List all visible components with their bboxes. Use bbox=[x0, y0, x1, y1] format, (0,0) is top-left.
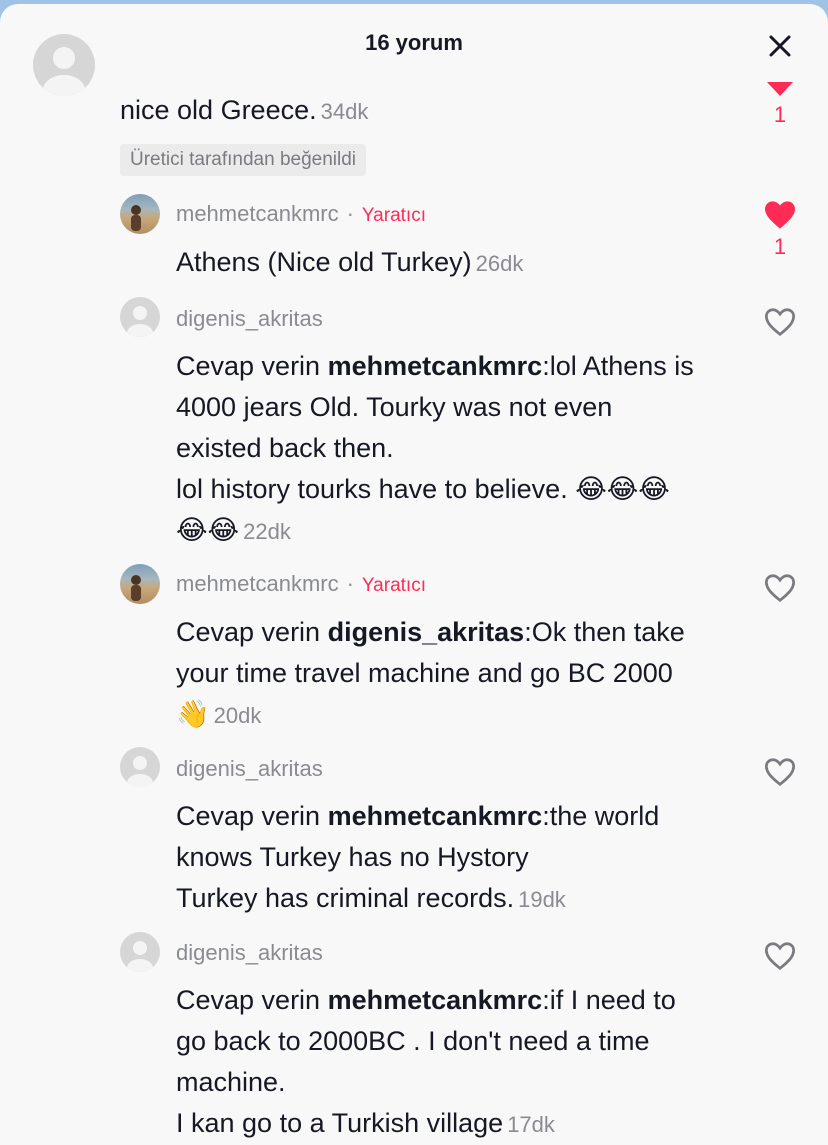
default-avatar-icon bbox=[127, 306, 153, 337]
creator-label: Yaratıcı bbox=[361, 205, 426, 226]
comment-username-row: digenis_akritas bbox=[176, 940, 323, 966]
default-avatar-icon bbox=[43, 47, 85, 96]
mention[interactable]: mehmetcankmrc bbox=[328, 985, 543, 1015]
comment-username-row: digenis_akritas bbox=[176, 306, 323, 332]
separator-dot: · bbox=[346, 201, 354, 226]
comment-line: 👋 bbox=[176, 699, 210, 729]
comment-line: 4000 jears Old. Tourky was not even bbox=[176, 392, 613, 422]
comment-line: existed back then. bbox=[176, 433, 394, 463]
comment-text: Cevap verin digenis_akritas:Ok then take… bbox=[176, 612, 746, 736]
like-count: 1 bbox=[773, 234, 787, 259]
heart-filled-icon bbox=[767, 82, 793, 96]
comment-time: 19dk bbox=[518, 887, 566, 912]
comment-username-row: mehmetcankmrc · Yaratıcı bbox=[176, 571, 426, 597]
like-count: 1 bbox=[773, 102, 787, 127]
mention[interactable]: mehmetcankmrc bbox=[328, 801, 543, 831]
avatar[interactable] bbox=[120, 932, 160, 972]
user-photo bbox=[131, 575, 141, 601]
comments-sheet: 16 yorum nice old Greece. 34dk Üretici ta… bbox=[0, 4, 828, 1145]
comment-line: :lol Athens is bbox=[542, 351, 694, 381]
like-button[interactable]: 1 bbox=[755, 74, 805, 128]
comment-body: Athens (Nice old Turkey) bbox=[176, 247, 472, 277]
heart-outline-icon bbox=[764, 942, 796, 971]
creator-label: Yaratıcı bbox=[361, 575, 426, 596]
comment-time: 20dk bbox=[213, 703, 262, 728]
comment-text: Cevap verin mehmetcankmrc:lol Athens is … bbox=[176, 346, 746, 552]
username[interactable]: digenis_akritas bbox=[176, 940, 323, 965]
comment-username-row: mehmetcankmrc · Yaratıcı bbox=[176, 201, 426, 227]
like-button[interactable] bbox=[755, 573, 805, 603]
comment-line: Turkey has criminal records. bbox=[176, 883, 515, 913]
default-avatar-icon bbox=[127, 941, 153, 972]
heart-outline-icon bbox=[764, 308, 796, 337]
comment-text: Cevap verin mehmetcankmrc:if I need to g… bbox=[176, 980, 746, 1145]
comment-text: nice old Greece. 34dk bbox=[120, 90, 368, 132]
mention[interactable]: mehmetcankmrc bbox=[328, 351, 543, 381]
heart-outline-icon bbox=[764, 574, 796, 603]
comment-line: your time travel machine and go BC 2000 bbox=[176, 658, 673, 688]
default-avatar-icon bbox=[127, 756, 153, 787]
user-photo bbox=[131, 205, 141, 231]
like-button[interactable] bbox=[755, 941, 805, 971]
username[interactable]: mehmetcankmrc bbox=[176, 201, 339, 226]
comments-count-title: 16 yorum bbox=[365, 30, 463, 55]
comment-body: nice old Greece. bbox=[120, 95, 317, 125]
reply-prefix: Cevap verin bbox=[176, 801, 321, 831]
reply-prefix: Cevap verin bbox=[176, 985, 321, 1015]
heart-filled-icon bbox=[765, 201, 795, 229]
reply-prefix: Cevap verin bbox=[176, 351, 321, 381]
reply-prefix: Cevap verin bbox=[176, 617, 321, 647]
comment-line: knows Turkey has no Hystory bbox=[176, 842, 529, 872]
comment-time: 17dk bbox=[507, 1112, 555, 1137]
comment-line: :if I need to bbox=[542, 985, 676, 1015]
comment-line: lol history tourks have to believe. 😂😂😂 bbox=[176, 474, 670, 504]
comment-line: 😂😂 bbox=[176, 515, 240, 545]
username[interactable]: digenis_akritas bbox=[176, 756, 323, 781]
comment-text: Cevap verin mehmetcankmrc:the world know… bbox=[176, 796, 746, 920]
username[interactable]: mehmetcankmrc bbox=[176, 571, 339, 596]
comment-line: machine. bbox=[176, 1067, 286, 1097]
avatar[interactable] bbox=[120, 747, 160, 787]
comment-line: go back to 2000BC . I don't need a time bbox=[176, 1026, 650, 1056]
comments-header: 16 yorum bbox=[0, 4, 828, 88]
separator-dot: · bbox=[346, 571, 354, 596]
comment-time: 22dk bbox=[243, 519, 291, 544]
comment-line: I kan go to a Turkish village bbox=[176, 1108, 504, 1138]
heart-outline-icon bbox=[764, 758, 796, 787]
close-button[interactable] bbox=[760, 26, 800, 66]
avatar[interactable] bbox=[120, 297, 160, 337]
avatar[interactable] bbox=[33, 34, 95, 96]
like-button[interactable] bbox=[755, 307, 805, 337]
liked-by-creator-badge: Üretici tarafından beğenildi bbox=[120, 144, 367, 176]
comment-time: 26dk bbox=[475, 251, 524, 276]
username[interactable]: digenis_akritas bbox=[176, 306, 323, 331]
comment-line: :Ok then take bbox=[524, 617, 685, 647]
comment-time: 34dk bbox=[320, 99, 369, 124]
avatar[interactable] bbox=[120, 194, 160, 234]
avatar[interactable] bbox=[120, 564, 160, 604]
like-button[interactable]: 1 bbox=[755, 200, 805, 260]
close-icon bbox=[769, 35, 791, 57]
mention[interactable]: digenis_akritas bbox=[328, 617, 525, 647]
comment-line: :the world bbox=[542, 801, 660, 831]
comment-text: Athens (Nice old Turkey) 26dk bbox=[176, 242, 523, 284]
comment-username-row: digenis_akritas bbox=[176, 756, 323, 782]
like-button[interactable] bbox=[755, 757, 805, 787]
